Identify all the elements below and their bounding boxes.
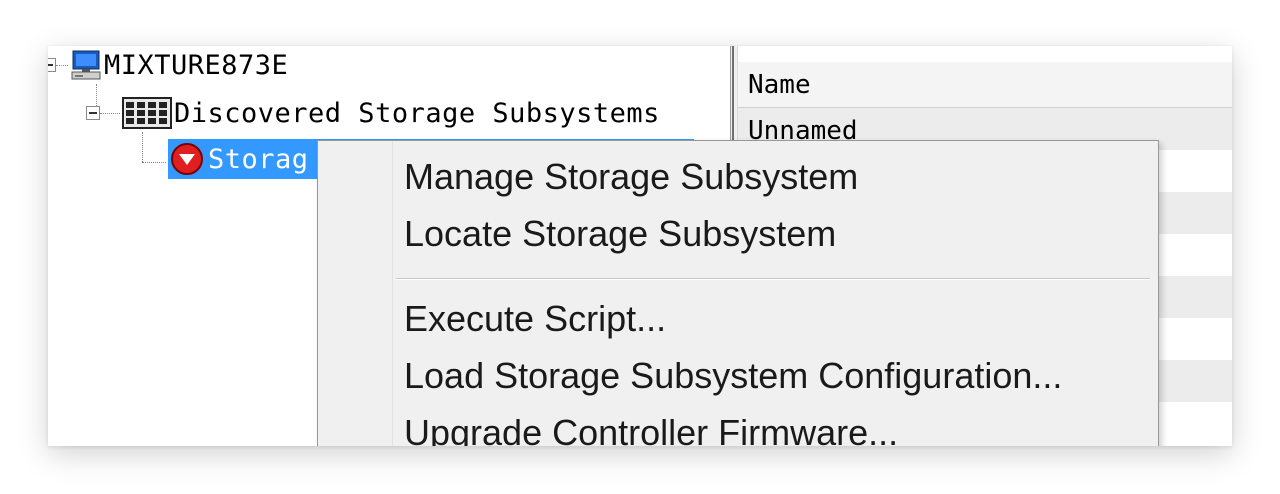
computer-icon (71, 50, 101, 80)
tree-node-root[interactable]: MIXTURE873E (70, 48, 288, 82)
menu-item-locate-storage-subsystem[interactable]: Locate Storage Subsystem (404, 206, 836, 262)
menu-item-execute-script[interactable]: Execute Script... (404, 291, 666, 347)
menu-icon-gutter (392, 141, 393, 446)
tree-node-label: Discovered Storage Subsystems (174, 97, 660, 129)
tree-node-discovered[interactable]: Discovered Storage Subsystems (122, 96, 660, 130)
collapse-root-toggle[interactable] (48, 58, 56, 72)
tree-node-label: Storag (208, 143, 309, 175)
tree-node-label: MIXTURE873E (104, 49, 289, 81)
collapse-group-toggle[interactable] (86, 106, 100, 120)
storage-array-icon (122, 97, 172, 129)
menu-item-manage-storage-subsystem[interactable]: Manage Storage Subsystem (404, 149, 858, 205)
column-header-name[interactable]: Name (738, 62, 1232, 108)
context-menu: Manage Storage Subsystem Locate Storage … (317, 140, 1159, 446)
menu-item-upgrade-controller-firmware[interactable]: Upgrade Controller Firmware... (404, 405, 898, 446)
app-window: MIXTURE873E Discovered Storage Subsystem… (48, 46, 1232, 446)
menu-separator (396, 278, 1150, 280)
column-header-label: Name (748, 69, 811, 100)
menu-item-load-configuration[interactable]: Load Storage Subsystem Configuration... (404, 348, 1062, 404)
warning-status-icon (171, 143, 203, 175)
